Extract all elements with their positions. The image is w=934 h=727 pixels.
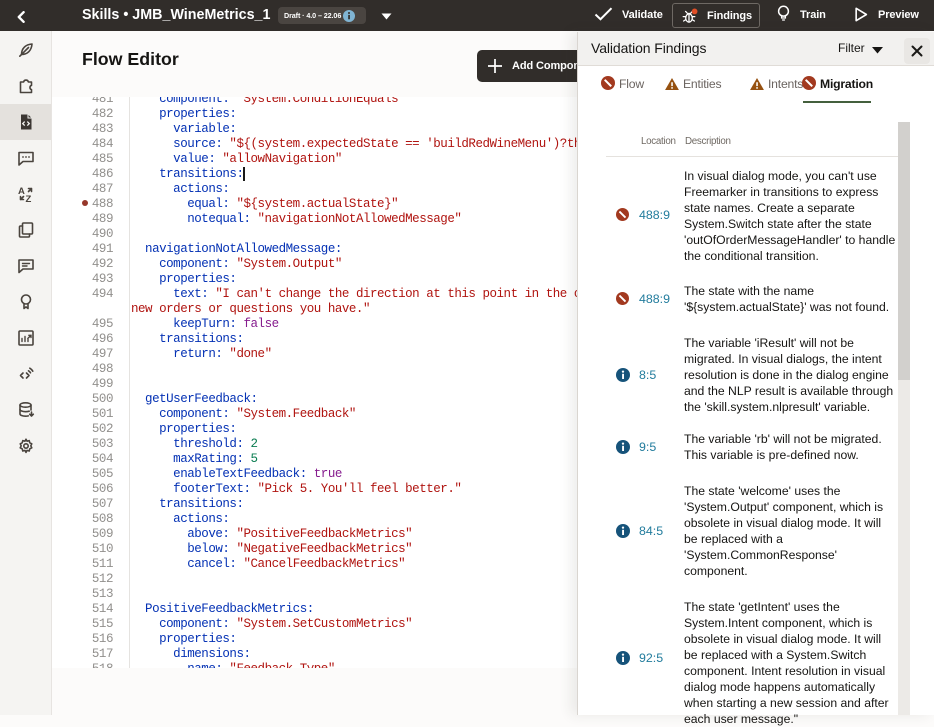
svg-text:Z: Z (25, 194, 31, 204)
svg-text:A: A (18, 186, 25, 197)
